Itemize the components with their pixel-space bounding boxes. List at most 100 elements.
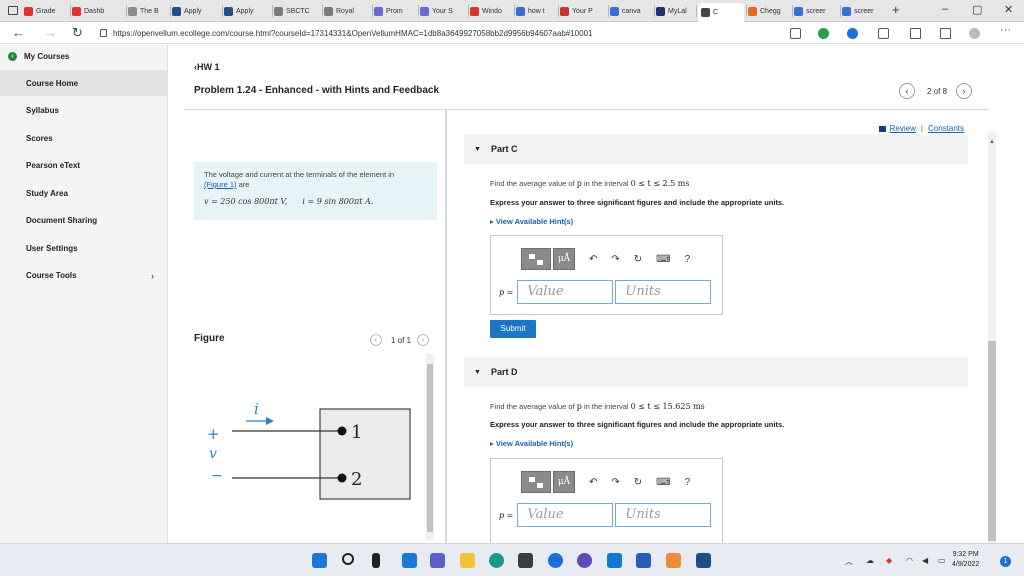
sidebar-item-document-sharing[interactable]: Document Sharing [0, 208, 168, 234]
help-icon[interactable]: ? [685, 477, 691, 488]
part-d-header[interactable]: ▼ Part D [464, 357, 968, 387]
sidebar-item-user-settings[interactable]: User Settings [0, 235, 168, 261]
widgets-icon[interactable] [402, 553, 417, 568]
browser-tab[interactable]: screer [842, 3, 886, 19]
puzzle-icon[interactable] [878, 28, 889, 39]
browser-tab[interactable]: Your S [420, 3, 466, 19]
help-icon[interactable]: ? [685, 254, 691, 265]
part-c-units-input[interactable]: Units [615, 280, 712, 304]
browser-tab[interactable]: C [698, 3, 744, 22]
redo-icon[interactable]: ↷ [611, 254, 619, 265]
word-icon[interactable] [636, 553, 651, 568]
avatar[interactable] [969, 28, 980, 39]
pane-divider[interactable] [445, 110, 447, 543]
reset-icon[interactable]: ↻ [634, 254, 642, 265]
browser-tab[interactable]: Grade [24, 3, 68, 19]
redo-icon[interactable]: ↷ [611, 477, 619, 488]
browser-tab[interactable]: Royal [324, 3, 370, 19]
browser-tab[interactable]: Dashb [72, 3, 124, 19]
undo-icon[interactable]: ↶ [589, 477, 597, 488]
new-tab-button[interactable]: + [892, 2, 900, 17]
sidebar-item-syllabus[interactable]: Syllabus [0, 98, 168, 124]
next-figure-button[interactable]: › [417, 334, 430, 346]
task-view-icon[interactable] [372, 553, 380, 568]
hw-back-link[interactable]: ‹HW 1 [194, 62, 220, 72]
part-d-value-input[interactable]: Value [517, 503, 614, 527]
restore-button[interactable]: ▢ [972, 3, 982, 16]
keyboard-icon[interactable]: ⌨ [656, 477, 670, 488]
sidebar-item-course-home[interactable]: Course Home [0, 70, 168, 96]
browser-tab[interactable]: The B [128, 3, 168, 19]
close-window-button[interactable]: ✕ [1004, 3, 1013, 16]
prev-figure-button[interactable]: ‹ [370, 334, 382, 346]
browser-menu-icon[interactable] [8, 6, 18, 15]
tray-chevron-icon[interactable]: ︿ [845, 556, 853, 567]
part-c-header[interactable]: ▼ Part C [464, 134, 968, 164]
paint-icon[interactable] [666, 553, 681, 568]
templates-button[interactable] [521, 248, 551, 270]
templates-button[interactable] [521, 471, 551, 493]
file-explorer-icon[interactable] [460, 553, 475, 568]
edge-icon[interactable] [489, 553, 504, 568]
browser-tab[interactable]: screer [794, 3, 838, 19]
app-icon[interactable] [577, 553, 592, 568]
part-d-units-input[interactable]: Units [615, 503, 712, 527]
volume-icon[interactable]: ◀ [922, 556, 928, 565]
my-courses-link[interactable]: ‹ My Courses [0, 45, 168, 67]
color-icon[interactable]: ◆ [886, 556, 892, 565]
browser-tab[interactable]: Windo [470, 3, 512, 19]
sidebar-item-pearson-etext[interactable]: Pearson eText [0, 153, 168, 179]
browser-tab[interactable]: Your P [560, 3, 606, 19]
browser-tab[interactable]: MyLal [656, 3, 694, 19]
figure-link[interactable]: (Figure 1) [204, 180, 237, 189]
system-clock[interactable]: 9:32 PM 4/9/2022 [952, 550, 979, 570]
outlook-icon[interactable] [607, 553, 622, 568]
back-arrow-icon[interactable]: ← [12, 25, 25, 40]
notification-badge[interactable]: 1 [1000, 556, 1011, 567]
submit-button[interactable]: Submit [490, 320, 536, 338]
review-link[interactable]: Review [890, 124, 916, 133]
url-field[interactable]: https://openvellum.ecollege.com/course.h… [100, 25, 800, 41]
extension-icon[interactable] [790, 28, 801, 39]
wifi-icon[interactable]: ◠ [906, 556, 913, 565]
battery-icon[interactable]: ▭ [938, 556, 946, 565]
units-button[interactable]: μÅ [553, 248, 575, 270]
part-c-value-input[interactable]: Value [517, 280, 614, 304]
units-button[interactable]: μÅ [553, 471, 575, 493]
photos-icon[interactable] [696, 553, 711, 568]
teams-icon[interactable] [430, 553, 445, 568]
favorites-icon[interactable] [910, 28, 921, 39]
undo-icon[interactable]: ↶ [589, 254, 597, 265]
part-d-hints-link[interactable]: ▸ View Available Hint(s) [490, 439, 573, 448]
forward-arrow-icon[interactable]: → [44, 25, 57, 40]
sidebar-item-course-tools[interactable]: Course Tools › [0, 263, 168, 289]
page-scrollbar[interactable]: ▲ [988, 131, 996, 543]
sidebar-item-scores[interactable]: Scores [0, 125, 168, 151]
profile-extension-icon[interactable] [847, 28, 858, 39]
browser-tab[interactable]: Chegg [748, 3, 790, 19]
chrome-icon[interactable] [548, 553, 563, 568]
browser-tab[interactable]: SBCTC [274, 3, 320, 19]
figure-scrollbar[interactable] [426, 354, 434, 540]
reload-icon[interactable]: ↻ [72, 25, 83, 41]
scroll-up-icon[interactable]: ▲ [989, 139, 995, 145]
part-c-hints-link[interactable]: ▸ View Available Hint(s) [490, 217, 573, 226]
browser-tab[interactable]: how t [516, 3, 556, 19]
minimize-button[interactable]: – [942, 3, 948, 15]
browser-tab[interactable]: Apply [224, 3, 270, 19]
next-problem-button[interactable]: › [956, 83, 973, 99]
scroll-thumb[interactable] [988, 341, 996, 541]
more-menu-icon[interactable]: ··· [1000, 25, 1014, 39]
onedrive-icon[interactable]: ☁ [866, 556, 874, 565]
browser-tab[interactable]: canva [610, 3, 652, 19]
prev-problem-button[interactable]: ‹ [899, 83, 915, 99]
collections-icon[interactable] [940, 28, 951, 39]
browser-tab[interactable]: Prom [374, 3, 416, 19]
sidebar-item-study-area[interactable]: Study Area [0, 180, 168, 206]
windows-start-icon[interactable] [312, 553, 327, 568]
browser-tab[interactable]: Apply [172, 3, 220, 19]
reset-icon[interactable]: ↻ [634, 477, 642, 488]
constants-link[interactable]: Constants [928, 124, 964, 133]
keyboard-icon[interactable]: ⌨ [656, 254, 670, 265]
store-icon[interactable] [518, 553, 533, 568]
